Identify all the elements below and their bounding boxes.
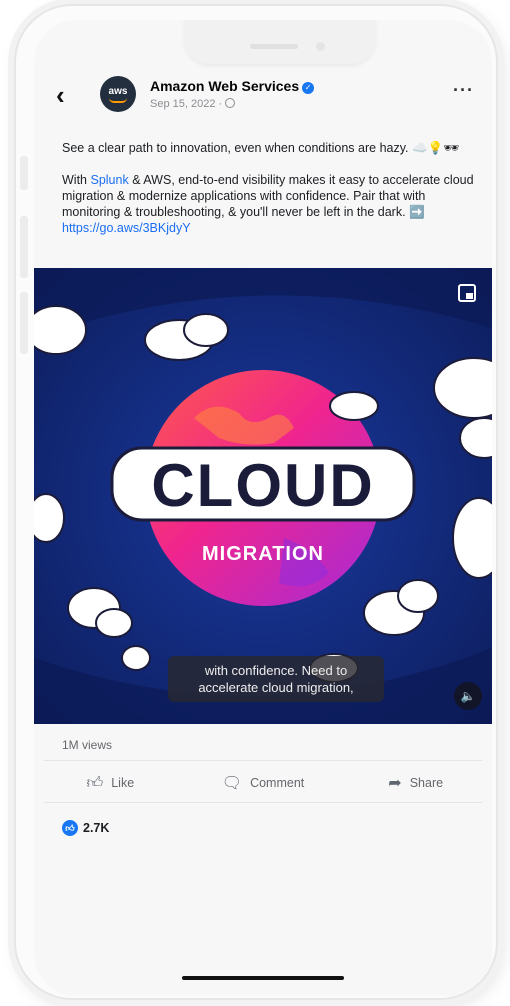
divider-bottom [44,802,482,803]
home-indicator[interactable] [182,976,344,980]
share-button[interactable]: ➦ Share [339,766,492,800]
caption-line-1: with confidence. Need to [204,663,348,678]
share-label: Share [409,776,444,790]
phone-frame: ‹ aws Amazon Web Services ✓ Sep 15, 2022 … [14,4,498,1000]
comment-icon: 🗨︎ [221,775,243,792]
phone-mute-switch [20,156,28,190]
action-bar: 👍︎ Like 🗨︎ Comment ➦ Share [34,766,492,800]
reactions-count: 2.7K [83,821,110,835]
thumbs-up-icon: 👍︎ [86,774,104,792]
video-title-word: CLOUD [151,452,374,519]
page-name: Amazon Web Services [150,78,300,94]
avatar-label: aws [108,86,128,97]
back-icon[interactable]: ‹ [56,82,65,108]
phone-screen: ‹ aws Amazon Web Services ✓ Sep 15, 2022 … [34,20,492,996]
phone-volume-down [20,292,28,354]
like-reaction-icon: 👍︎ [62,820,78,836]
more-options-icon[interactable]: ··· [453,80,474,101]
video-player[interactable]: CLOUD MIGRATION with confidence. Need to… [34,268,492,724]
caption-line-2: accelerate cloud migration, [198,680,354,695]
reactions-summary[interactable]: 👍︎ 2.7K [62,820,109,836]
phone-volume-up [20,216,28,278]
avatar[interactable]: aws [100,76,136,112]
splunk-link[interactable]: Splunk [90,173,128,187]
post-paragraph-1: See a clear path to innovation, even whe… [62,141,459,155]
post-text: See a clear path to innovation, even whe… [62,140,482,252]
p2-prefix: With [62,173,91,187]
post-meta: Sep 15, 2022 · [150,98,236,110]
picture-in-picture-icon[interactable] [458,284,476,302]
speaker-icon[interactable]: 🔈 [454,682,482,710]
verified-icon: ✓ [302,82,315,94]
share-icon: ➦ [388,775,402,792]
post-date[interactable]: Sep 15, 2022 · [150,98,222,110]
views-count: 1M views [62,738,113,752]
globe-icon [225,98,236,108]
notch-speaker [250,44,298,49]
like-button[interactable]: 👍︎ Like [34,766,187,800]
aws-smile-icon [109,98,127,103]
post-paragraph-2: With Splunk & AWS, end-to-end visibility… [62,172,482,236]
comment-label: Comment [250,776,305,790]
video-captions: with confidence. Need to accelerate clou… [168,656,384,702]
page-name-link[interactable]: Amazon Web Services ✓ [150,78,315,94]
post-url-link[interactable]: https://go.aws/3BKjdyY [62,221,191,235]
comment-button[interactable]: 🗨︎ Comment [187,766,340,800]
post-header: ‹ aws Amazon Web Services ✓ Sep 15, 2022 … [34,68,492,124]
divider-top [44,760,482,761]
notch-camera [316,42,325,51]
like-label: Like [111,776,135,790]
phone-notch [184,20,376,64]
video-subtitle: MIGRATION [202,543,324,565]
